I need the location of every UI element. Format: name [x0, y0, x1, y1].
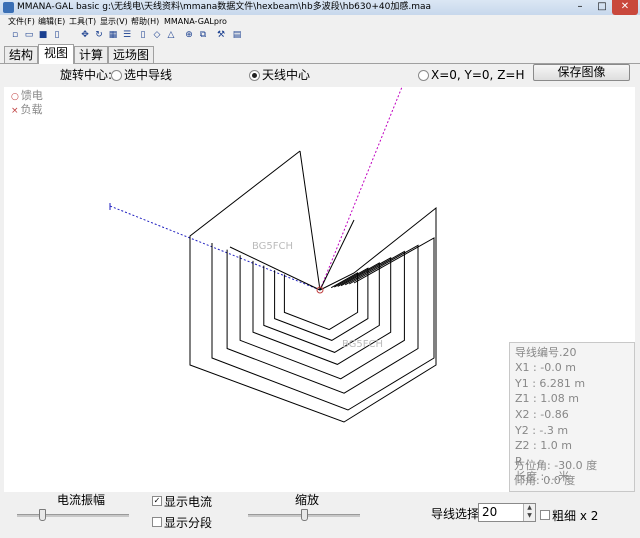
show-current-label[interactable]: 显示电流: [164, 493, 212, 510]
menu-bar: 文件(F) 编辑(E) 工具(T) 显示(V) 帮助(H) MMANA-GALp…: [0, 16, 640, 28]
menu-help[interactable]: 帮助(H): [131, 16, 159, 28]
wire-select-spinner[interactable]: 20 ▲ ▼: [478, 503, 536, 522]
table-icon[interactable]: ▦: [108, 30, 118, 41]
shape-icon[interactable]: ◇: [152, 30, 162, 41]
tools-icon[interactable]: ⚒: [216, 30, 226, 41]
hex-wire-ring: [211, 237, 435, 411]
current-amplitude-label: 电流振幅: [57, 493, 106, 507]
tab-strip: 结构 视图 计算 远场图: [0, 44, 640, 64]
menu-tools[interactable]: 工具(T): [69, 16, 96, 28]
menu-view[interactable]: 显示(V): [100, 16, 128, 28]
spoke-wire: [299, 150, 321, 291]
wire-azimuth: 方位角: -30.0 度: [514, 459, 598, 472]
current-amplitude-thumb[interactable]: [38, 509, 46, 521]
toolbar: ▫ ▭ ■ ▯ ✥ ↻ ▦ ☰ ▯ ◇ △ ⊕ ⧉ ⚒ ▤: [0, 29, 640, 43]
move-icon[interactable]: ✥: [80, 30, 90, 41]
doc-icon[interactable]: ▯: [52, 30, 62, 41]
zoom-label: 缩放: [295, 493, 320, 507]
wire-select-value: 20: [482, 505, 498, 519]
wire-x1: X1 : -0.0 m: [515, 361, 576, 374]
wire-y2: Y2 : -.3 m: [515, 424, 569, 437]
app-icon: [3, 2, 14, 13]
wire-select-label: 导线选择: [431, 507, 480, 521]
wire-z1: Z1 : 1.08 m: [515, 392, 579, 405]
tab-calculate[interactable]: 计算: [74, 46, 108, 63]
radio-antenna-center[interactable]: [249, 70, 260, 81]
save-icon[interactable]: ■: [38, 30, 48, 41]
legend-load-label: 负载: [20, 103, 43, 116]
close-button[interactable]: ✕: [612, 0, 638, 15]
load-legend-icon: ×: [11, 106, 19, 116]
radio-origin[interactable]: [418, 70, 429, 81]
radio-selected-wire[interactable]: [111, 70, 122, 81]
show-current-checkbox[interactable]: ✓: [152, 496, 162, 506]
wire-y1: Y1 : 6.281 m: [515, 377, 586, 390]
menu-galpro[interactable]: MMANA-GALpro: [164, 16, 227, 28]
legend-feed: ○ 馈电: [11, 89, 43, 104]
tab-view[interactable]: 视图: [38, 44, 74, 64]
rotation-center-label: 旋转中心:: [60, 68, 113, 82]
legend-feed-label: 馈电: [20, 89, 43, 102]
thick-label[interactable]: 粗细 x 2: [552, 507, 598, 524]
list-icon[interactable]: ☰: [122, 30, 132, 41]
zoom-thumb[interactable]: [301, 509, 308, 521]
watermark-1: BG5FCH: [252, 241, 293, 252]
calculator-icon[interactable]: ▤: [232, 30, 242, 41]
thick-checkbox[interactable]: [540, 510, 550, 520]
menu-file[interactable]: 文件(F): [8, 16, 35, 28]
wire-x2: X2 : -0.86: [515, 408, 569, 421]
page-icon[interactable]: ▯: [138, 30, 148, 41]
watermark-2: BG5FCH: [342, 339, 383, 350]
legend-load: × 负载: [11, 103, 43, 118]
menu-edit[interactable]: 编辑(E): [38, 16, 65, 28]
new-icon[interactable]: ▫: [10, 30, 20, 41]
feed-legend-icon: ○: [11, 92, 19, 102]
rotate-icon[interactable]: ↻: [94, 30, 104, 41]
window-title: MMANA-GAL basic g:\无线电\天线资料\mmana数据文件\he…: [17, 2, 432, 12]
wire-z2: Z2 : 1.0 m: [515, 439, 572, 452]
copy-icon[interactable]: ⧉: [198, 30, 208, 41]
spoke-wire: [319, 219, 355, 291]
spin-arrows-icon[interactable]: ▲ ▼: [523, 504, 535, 521]
hex-wire-ring: [226, 244, 419, 394]
wire-elevation: 仰角: 0.0 度: [514, 474, 576, 487]
show-segments-checkbox[interactable]: [152, 517, 162, 527]
maximize-button[interactable]: □: [592, 0, 612, 15]
radio-origin-label[interactable]: X=0, Y=0, Z=H: [431, 66, 525, 84]
title-bar: MMANA-GAL basic g:\无线电\天线资料\mmana数据文件\he…: [0, 0, 640, 15]
zoom-icon[interactable]: ⊕: [184, 30, 194, 41]
current-amplitude-track[interactable]: [17, 514, 129, 517]
radio-antenna-center-label[interactable]: 天线中心: [262, 66, 310, 84]
triangle-icon[interactable]: △: [166, 30, 176, 41]
radio-selected-wire-label[interactable]: 选中导线: [124, 66, 172, 84]
wire-number: 导线编号.20: [515, 346, 577, 359]
tab-far-field[interactable]: 远场图: [108, 46, 154, 63]
tab-structure[interactable]: 结构: [4, 46, 38, 63]
save-image-button[interactable]: 保存图像: [533, 64, 630, 81]
minimize-button[interactable]: –: [570, 0, 590, 15]
show-segments-label[interactable]: 显示分段: [164, 514, 212, 531]
open-icon[interactable]: ▭: [24, 30, 34, 41]
